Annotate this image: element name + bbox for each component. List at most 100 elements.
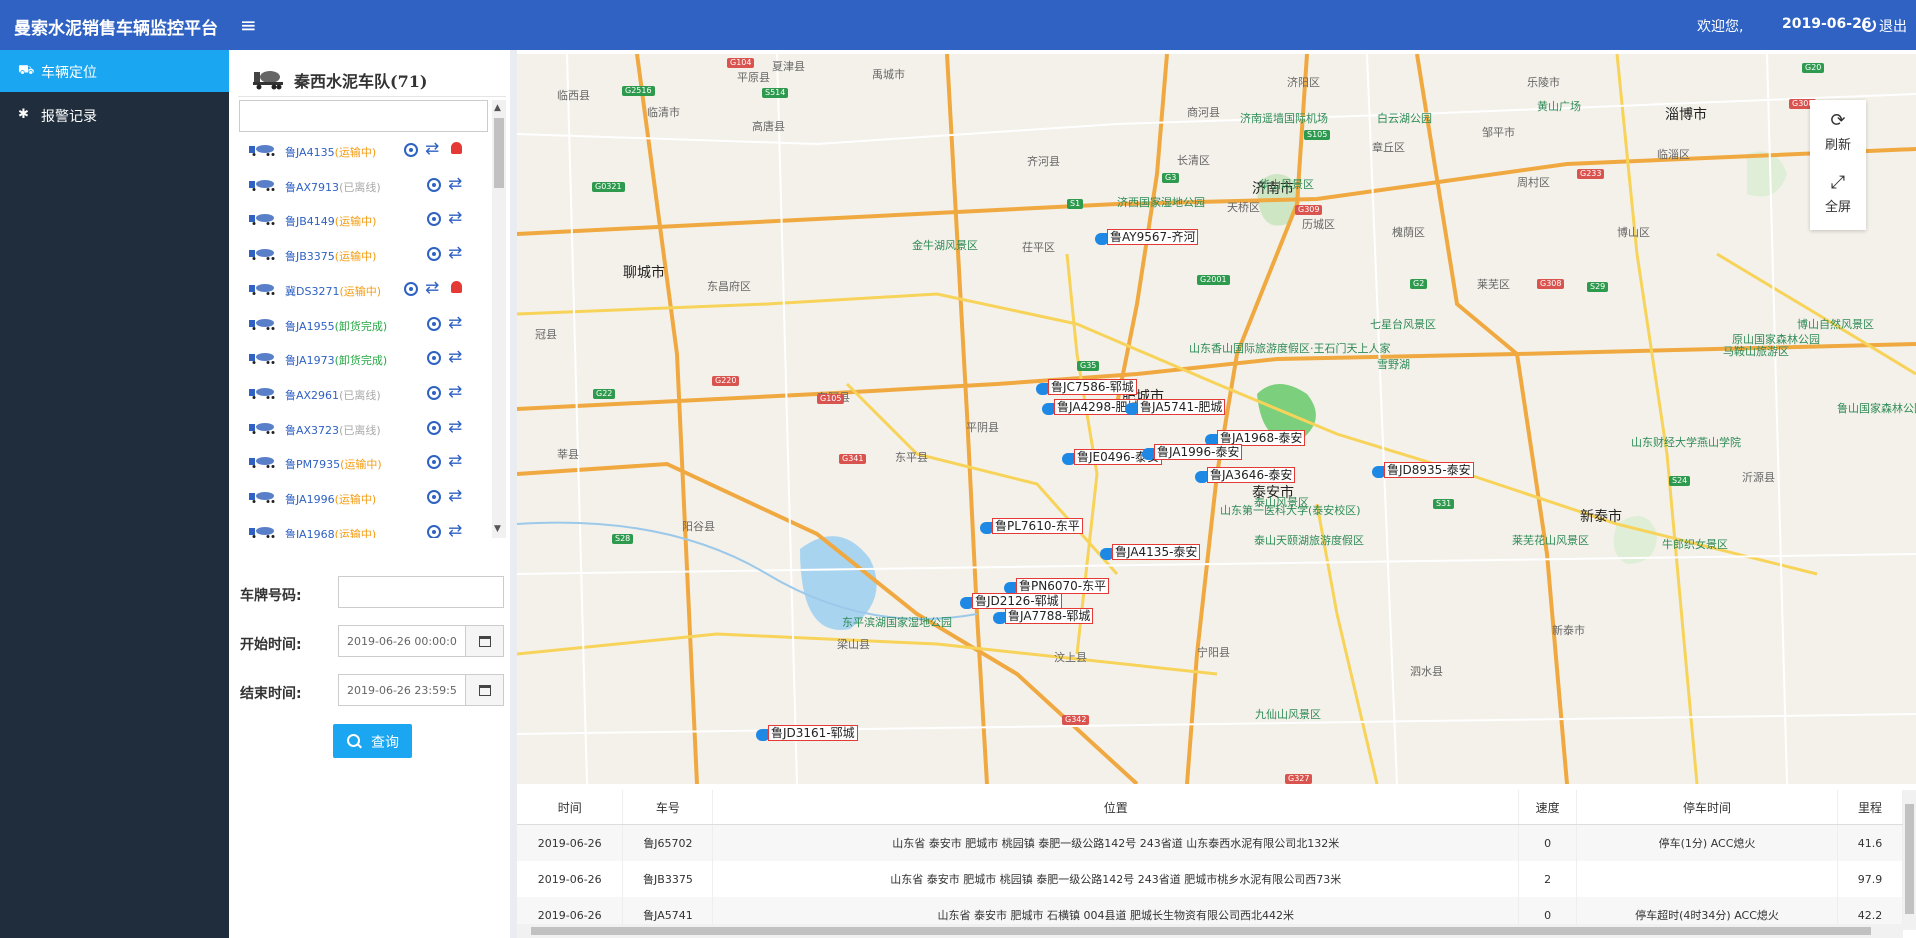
vehicle-row[interactable]: 鲁JA1973(卸货完成) ⇄: [239, 341, 489, 375]
vehicle-marker-label[interactable]: 鲁PL7610-东平: [992, 518, 1083, 534]
locate-icon[interactable]: [427, 247, 441, 262]
locate-icon[interactable]: [427, 316, 441, 331]
vehicle-plate[interactable]: 鲁PM7935(运输中): [285, 456, 382, 472]
track-route-icon[interactable]: ⇄: [448, 245, 462, 262]
vehicle-marker-label[interactable]: 鲁JA1996-泰安: [1154, 444, 1243, 460]
fullscreen-button[interactable]: ⤢ 全屏: [1810, 162, 1866, 222]
locate-icon[interactable]: [427, 177, 441, 192]
scroll-thumb[interactable]: [494, 118, 504, 188]
end-time-input[interactable]: 2019-06-26 23:59:5: [338, 674, 466, 706]
sidebar-item-alarm-records[interactable]: ✱ 报警记录: [0, 94, 229, 136]
track-route-icon[interactable]: ⇄: [448, 453, 462, 470]
table-row[interactable]: 2019-06-26 鲁JB3375 山东省 泰安市 肥城市 桃园镇 泰肥一级公路1…: [517, 861, 1903, 897]
table-horizontal-scrollbar[interactable]: [517, 924, 1903, 938]
column-header-speed[interactable]: 速度: [1518, 790, 1578, 825]
end-calendar-button[interactable]: [465, 674, 504, 706]
vehicle-row[interactable]: 冀DS3271(运输中) ⇄: [239, 272, 489, 306]
locate-icon[interactable]: [427, 351, 441, 366]
cell-location: 山东省 泰安市 肥城市 桃园镇 泰肥一级公路142号 243省道 肥城市桃乡水泥…: [712, 861, 1520, 897]
vehicle-row[interactable]: 鲁PM7935(运输中) ⇄: [239, 445, 489, 479]
refresh-map-button[interactable]: ⟳ 刷新: [1810, 100, 1866, 160]
vehicle-marker-label[interactable]: 鲁JA4135-泰安: [1112, 544, 1201, 560]
vehicle-plate[interactable]: 鲁JA4135(运输中): [285, 144, 376, 160]
track-route-icon[interactable]: ⇄: [448, 488, 462, 505]
query-button[interactable]: 查询: [333, 724, 412, 758]
vehicle-plate[interactable]: 鲁JB4149(运输中): [285, 213, 376, 229]
scroll-up-arrow-icon[interactable]: ▲: [494, 103, 501, 113]
vehicle-row[interactable]: 鲁JB4149(运输中) ⇄: [239, 202, 489, 236]
vehicle-marker-label[interactable]: 鲁JC7586-郓城: [1048, 379, 1137, 395]
track-route-icon[interactable]: ⇄: [448, 175, 462, 193]
track-route-icon[interactable]: ⇄: [448, 349, 462, 366]
logout-button[interactable]: 退出: [1862, 16, 1907, 36]
vehicle-marker-label[interactable]: 鲁PN6070-东平: [1016, 578, 1110, 594]
table-vertical-scrollbar[interactable]: [1903, 790, 1916, 930]
vehicle-row[interactable]: 鲁AX7913(已离线) ⇄: [239, 168, 489, 202]
poi-label: 博山自然风景区: [1797, 318, 1874, 331]
vehicle-plate[interactable]: 冀DS3271(运输中): [285, 283, 381, 299]
vehicle-plate[interactable]: 鲁AX3723(已离线): [285, 422, 381, 438]
town-label: 天桥区: [1227, 201, 1260, 214]
track-route-icon[interactable]: ⇄: [448, 210, 462, 227]
mixer-truck-icon: [249, 249, 275, 261]
track-route-icon[interactable]: ⇄: [425, 141, 439, 158]
alarm-bell-icon[interactable]: [451, 280, 462, 293]
vehicle-row[interactable]: 鲁JA1955(卸货完成) ⇄: [239, 307, 489, 341]
column-header-time[interactable]: 时间: [517, 790, 624, 825]
locate-icon[interactable]: [427, 524, 441, 538]
scroll-thumb[interactable]: [1905, 804, 1914, 914]
vehicle-row[interactable]: 鲁JA1996(运输中) ⇄: [239, 480, 489, 514]
column-header-location[interactable]: 位置: [712, 790, 1520, 825]
vehicle-row[interactable]: 鲁AX2961(已离线) ⇄: [239, 376, 489, 410]
column-header-plate[interactable]: 车号: [622, 790, 714, 825]
vehicle-row[interactable]: 鲁JB3375(运输中) ⇄: [239, 237, 489, 271]
locate-icon[interactable]: [427, 385, 441, 400]
plate-input[interactable]: [338, 576, 504, 608]
vehicle-plate[interactable]: 鲁JA1955(卸货完成): [285, 318, 387, 334]
vehicle-plate[interactable]: 鲁AX7913(已离线): [285, 179, 381, 195]
locate-icon[interactable]: [404, 281, 418, 296]
column-header-mileage[interactable]: 里程: [1837, 790, 1903, 825]
vehicle-marker-label[interactable]: 鲁JD3161-郓城: [768, 725, 858, 741]
start-calendar-button[interactable]: [465, 625, 504, 657]
vehicle-plate[interactable]: 鲁JA1968(运输中): [285, 526, 376, 538]
town-label: 平阴县: [966, 421, 999, 434]
panel-divider[interactable]: [510, 50, 517, 938]
track-route-icon[interactable]: ⇄: [448, 383, 462, 401]
locate-icon[interactable]: [427, 455, 441, 470]
vehicle-status: (运输中): [334, 527, 377, 538]
vehicle-marker-label[interactable]: 鲁JD8935-泰安: [1384, 462, 1474, 478]
vehicle-marker-label[interactable]: 鲁AY9567-齐河: [1107, 229, 1199, 245]
column-header-stop-time[interactable]: 停车时间: [1576, 790, 1838, 825]
locate-icon[interactable]: [427, 212, 441, 227]
vehicle-plate[interactable]: 鲁JA1996(运输中): [285, 491, 376, 507]
scroll-thumb[interactable]: [531, 927, 1871, 935]
vehicle-row[interactable]: 鲁AX3723(已离线) ⇄: [239, 411, 489, 445]
menu-toggle-icon[interactable]: ≡: [240, 13, 257, 37]
sidebar-item-vehicle-location[interactable]: ⛟ 车辆定位: [0, 50, 229, 92]
map-view[interactable]: 济南市聊城市肥城市淄博市泰安市新泰市夏津县临西县临清市高唐县齐河县东阿县平阴县阳…: [517, 54, 1916, 784]
vehicle-plate[interactable]: 鲁JA1973(卸货完成): [285, 352, 387, 368]
vehicle-marker-label[interactable]: 鲁JA5741-肥城: [1137, 399, 1226, 415]
vehicle-marker-label[interactable]: 鲁JA7788-郓城: [1005, 608, 1094, 624]
scroll-down-arrow-icon[interactable]: ▼: [494, 524, 501, 534]
vehicle-plate[interactable]: 鲁AX2961(已离线): [285, 387, 381, 403]
track-route-icon[interactable]: ⇄: [448, 418, 462, 436]
vehicle-filter-input[interactable]: [239, 100, 488, 132]
locate-icon[interactable]: [427, 420, 441, 435]
track-route-icon[interactable]: ⇄: [448, 314, 462, 332]
table-row[interactable]: 2019-06-26 鲁J65702 山东省 泰安市 肥城市 桃园镇 泰肥一级公路1…: [517, 824, 1903, 861]
alarm-bell-icon[interactable]: [451, 142, 462, 154]
vehicle-list-scrollbar[interactable]: ▲ ▼: [492, 100, 506, 538]
locate-icon[interactable]: [404, 143, 418, 157]
track-route-icon[interactable]: ⇄: [448, 522, 462, 538]
vehicle-row[interactable]: 鲁JA4135(运输中) ⇄: [239, 133, 489, 167]
locate-icon[interactable]: [427, 490, 441, 504]
vehicle-marker-label[interactable]: 鲁JD2126-郓城: [972, 593, 1062, 609]
vehicle-row[interactable]: 鲁JA1968(运输中) ⇄: [239, 515, 489, 538]
start-time-input[interactable]: 2019-06-26 00:00:0: [338, 625, 466, 657]
sidebar: ⛟ 车辆定位 ✱ 报警记录: [0, 50, 229, 938]
vehicle-plate[interactable]: 鲁JB3375(运输中): [285, 248, 376, 264]
track-route-icon[interactable]: ⇄: [425, 279, 439, 297]
vehicle-marker-label[interactable]: 鲁JA3646-泰安: [1207, 467, 1296, 483]
